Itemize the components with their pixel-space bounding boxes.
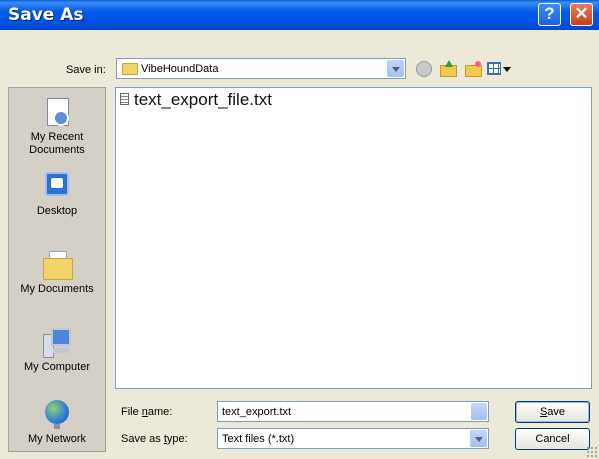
place-label: Documents [29,144,85,156]
save-in-label: Save in: [66,64,106,76]
my-computer-icon [41,326,73,358]
place-my-network[interactable]: My Network [9,398,105,446]
file-name-label: File name: [121,406,173,418]
views-menu-icon[interactable] [487,61,511,77]
file-name: text_export_file.txt [134,90,272,109]
save-button[interactable]: Save [515,401,590,423]
cancel-button[interactable]: Cancel [515,428,590,450]
save-in-value: VibeHoundData [141,63,219,75]
places-bar: My Recent Documents Desktop My Documents… [8,87,106,452]
file-name-input[interactable]: text_export.txt [217,401,489,422]
save-in-dropdown[interactable]: VibeHoundData [116,58,406,79]
resize-grip[interactable] [586,446,597,457]
file-list[interactable]: text_export_file.txt [115,87,592,389]
save-as-type-label: Save as type: [121,433,188,445]
place-my-computer[interactable]: My Computer [9,326,105,374]
text-file-icon [120,93,129,105]
back-icon[interactable] [416,61,432,77]
place-label: My Documents [20,283,94,295]
place-label: My Computer [23,361,91,373]
title-bar[interactable]: Save As ? ✕ [0,0,599,30]
up-folder-icon[interactable] [440,60,457,77]
new-folder-icon[interactable] [465,61,482,77]
save-as-type-dropdown[interactable]: Text files (*.txt) [217,428,489,449]
chevron-down-icon[interactable] [387,60,404,77]
desktop-icon [41,170,73,202]
window-title: Save As [8,5,84,25]
place-my-recent-documents[interactable]: My Recent Documents [9,96,105,157]
file-name-value: text_export.txt [222,406,292,418]
my-documents-icon [41,248,73,280]
folder-icon [122,63,138,75]
save-as-type-value: Text files (*.txt) [222,433,295,445]
place-label: My Recent [30,131,84,143]
close-button[interactable]: ✕ [570,3,593,26]
chevron-down-icon[interactable] [470,430,487,447]
chevron-down-icon[interactable] [471,403,487,420]
recent-documents-icon [41,96,73,128]
place-my-documents[interactable]: My Documents [9,248,105,296]
help-button[interactable]: ? [538,3,561,26]
place-desktop[interactable]: Desktop [9,170,105,218]
place-label: Desktop [36,205,78,217]
network-icon [41,398,73,430]
place-label: My Network [27,433,87,445]
